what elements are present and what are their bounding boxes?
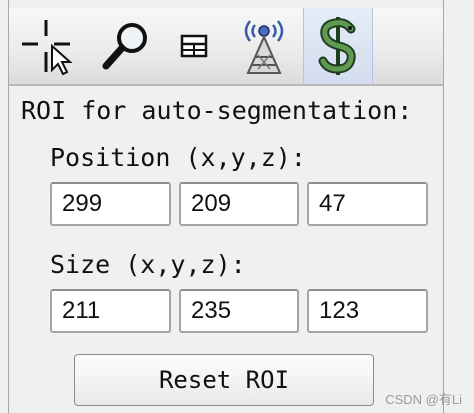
grid-tool-button[interactable] (161, 8, 227, 84)
radiation-tower-icon (244, 20, 284, 74)
zoom-tool-button[interactable] (93, 8, 159, 84)
watermark: CSDN @有Li (385, 392, 462, 407)
roi-panel: ROI for auto-segmentation: Position (x,y… (8, 0, 444, 413)
radiation-tool-button[interactable] (231, 8, 297, 84)
grid-icon (180, 34, 208, 58)
position-label: Position (x,y,z): (50, 143, 306, 172)
dollar-snake-icon (318, 17, 356, 75)
section-label: ROI for auto-segmentation: (21, 96, 413, 125)
position-z-input[interactable] (307, 182, 428, 226)
magnifier-icon (102, 23, 147, 70)
crosshair-tool-button[interactable] (17, 8, 83, 84)
position-y-input[interactable] (179, 182, 299, 226)
position-x-input[interactable] (50, 182, 171, 226)
size-x-input[interactable] (50, 289, 171, 333)
size-label: Size (x,y,z): (50, 250, 246, 279)
crosshair-cursor-icon (22, 20, 73, 76)
snake-tool-button[interactable] (303, 8, 373, 84)
size-z-input[interactable] (307, 289, 428, 333)
toolbar (9, 8, 443, 86)
size-y-input[interactable] (179, 289, 299, 333)
reset-roi-button[interactable]: Reset ROI (74, 354, 374, 406)
